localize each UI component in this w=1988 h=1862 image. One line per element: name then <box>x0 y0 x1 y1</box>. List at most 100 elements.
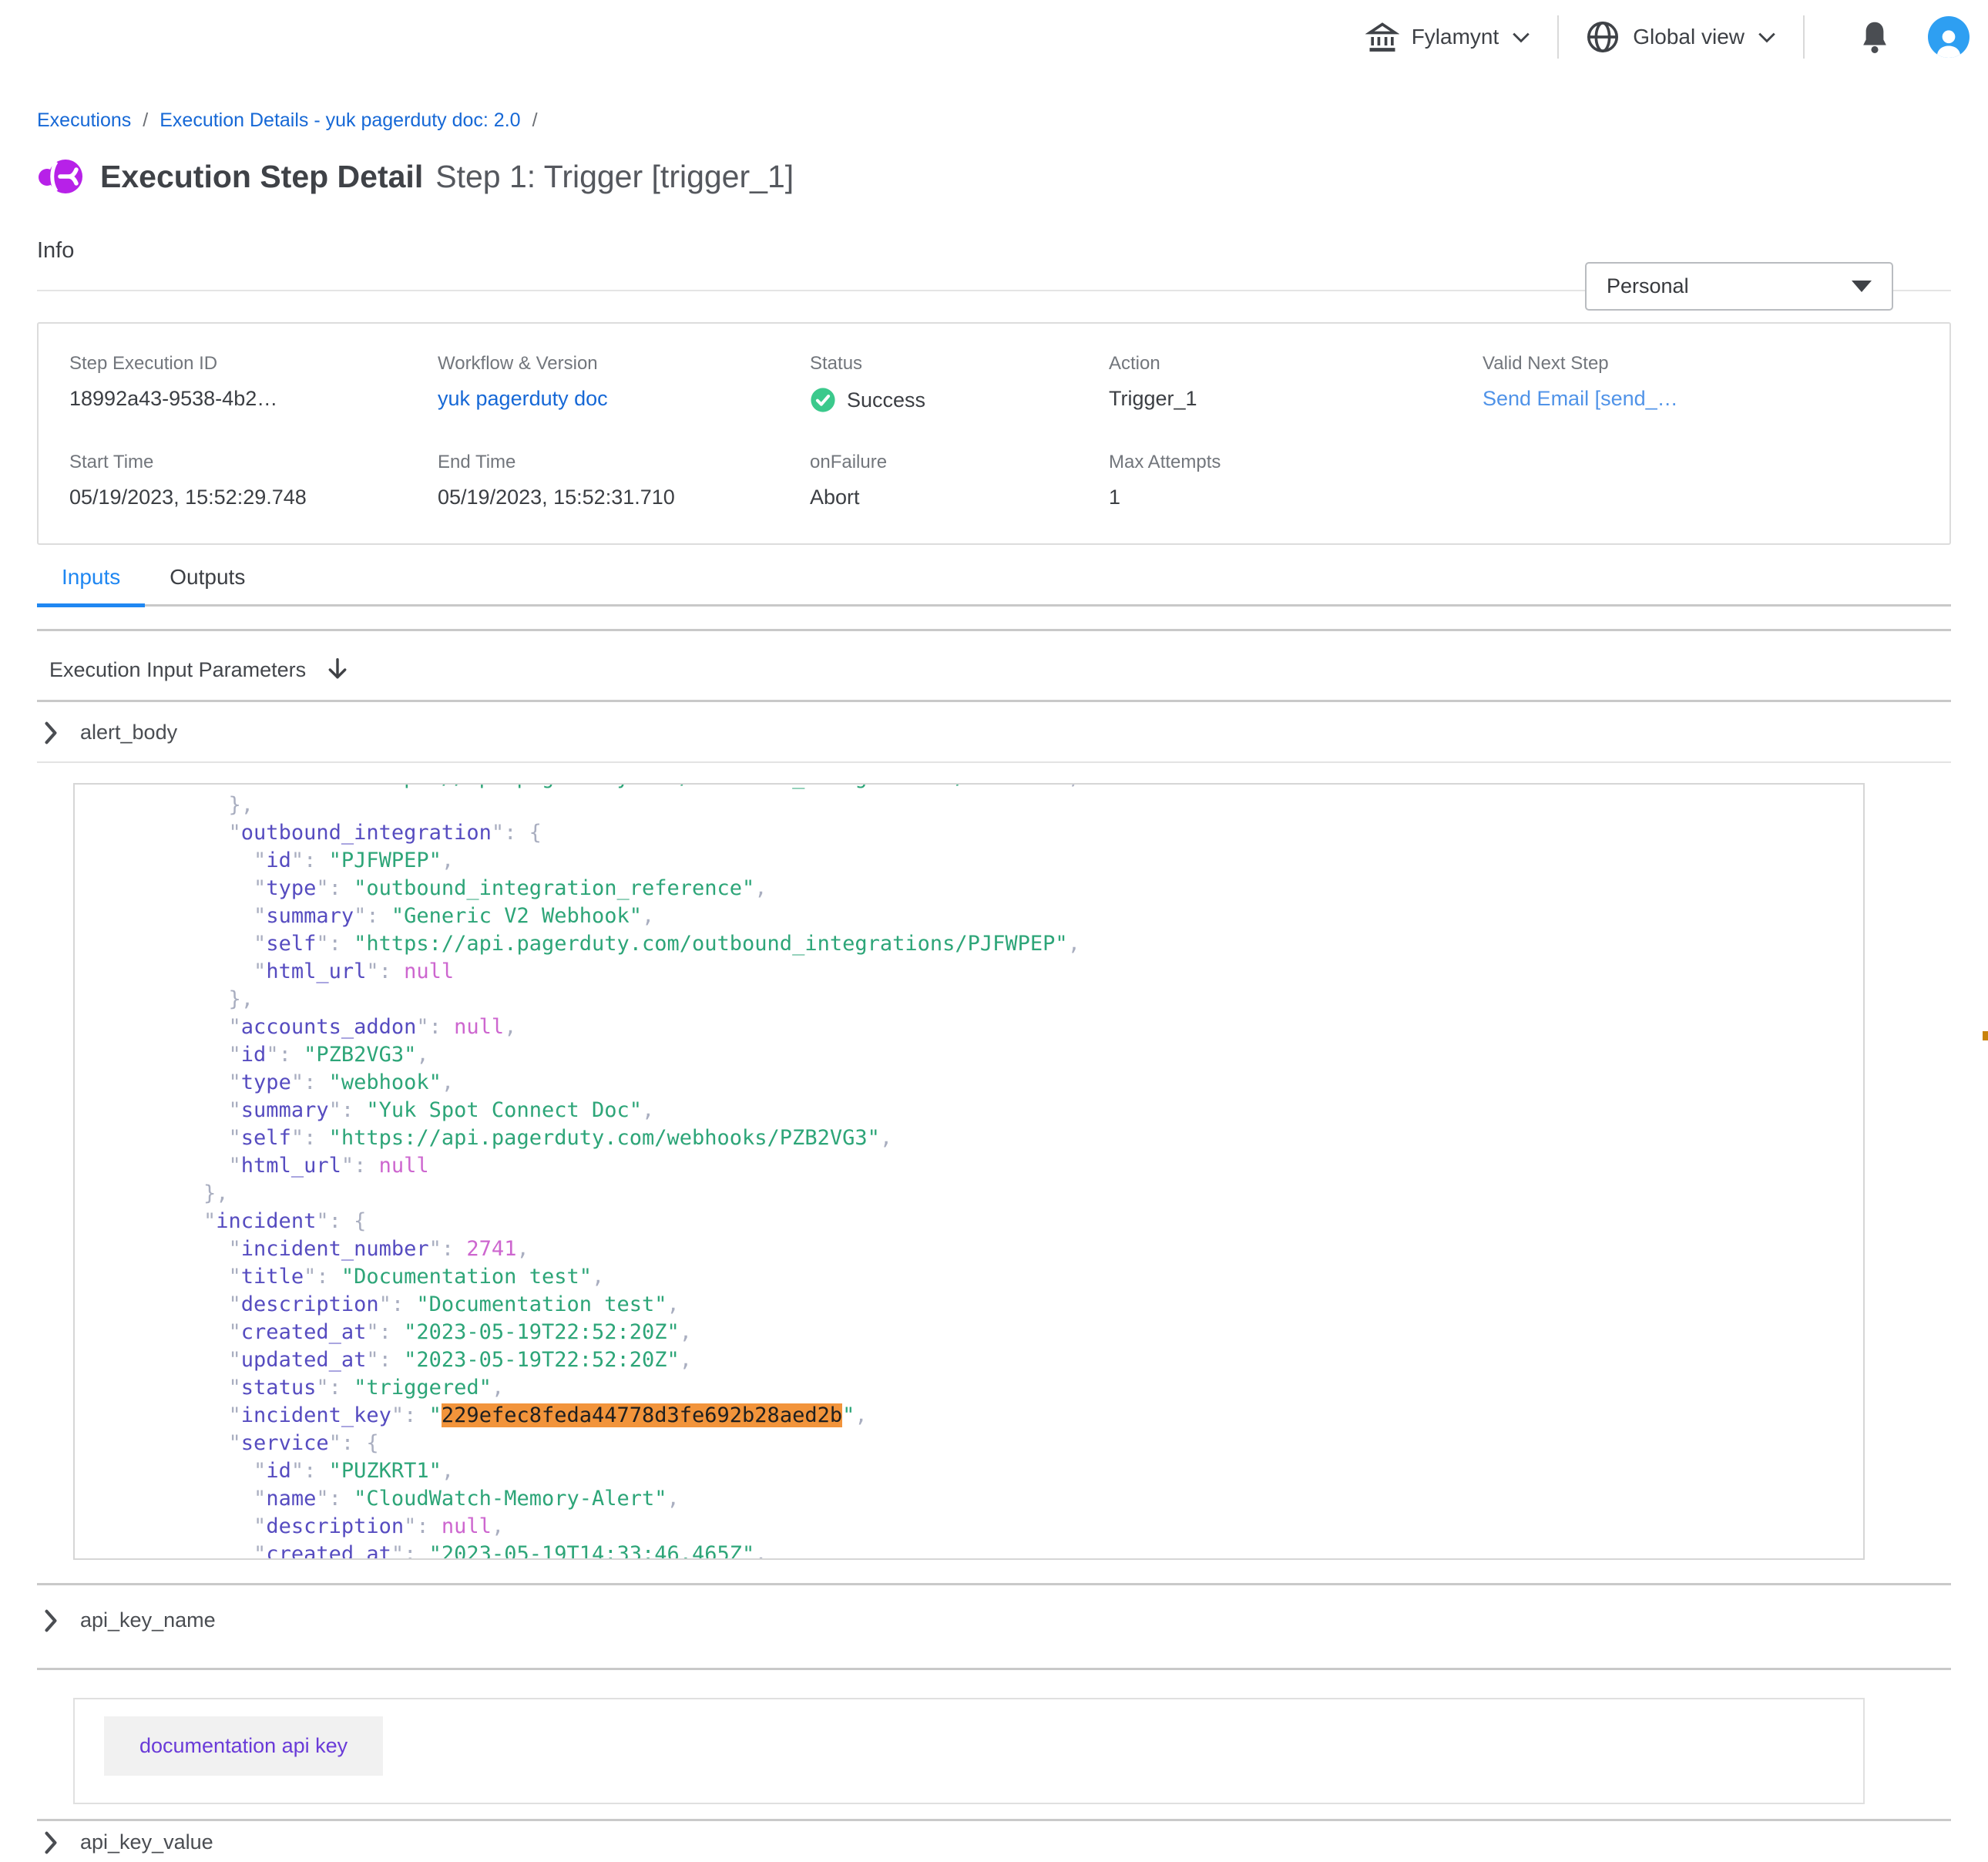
org-switcher[interactable]: Fylamynt <box>1365 20 1532 54</box>
code-line: "id": "PJFWPEP", <box>153 847 1863 875</box>
alert-body-label: alert_body <box>80 721 177 744</box>
chevron-right-icon <box>43 721 59 744</box>
field-label: Action <box>1109 353 1483 375</box>
api-key-name-label: api_key_name <box>80 1608 216 1632</box>
code-line: "title": "Documentation test", <box>153 1263 1863 1291</box>
page: Executions / Execution Details - yuk pag… <box>0 109 1988 1862</box>
status-badge: Success <box>847 388 925 412</box>
field-value: 18992a43-9538-4b2… <box>69 387 438 411</box>
divider <box>37 1668 1951 1670</box>
code-line: "name": "CloudWatch-Memory-Alert", <box>153 1485 1863 1513</box>
chevron-right-icon <box>43 1831 59 1854</box>
field-value: 1 <box>1109 486 1483 509</box>
breadcrumb-separator: / <box>143 109 148 132</box>
bank-icon <box>1365 20 1399 54</box>
field-label: Start Time <box>69 452 438 473</box>
notifications-button[interactable] <box>1859 19 1891 55</box>
workflow-logo-icon <box>37 153 83 200</box>
code-line: "incident_key": "229efec8feda44778d3fe69… <box>153 1402 1863 1430</box>
bell-icon <box>1859 19 1891 55</box>
next-step-link[interactable]: Send Email [send_… <box>1483 387 1678 411</box>
alert-body-json-viewer[interactable]: "self": "https://api.pagerduty.com/outbo… <box>73 783 1865 1560</box>
field-label: Step Execution ID <box>69 353 438 375</box>
field-workflow-version: Workflow & Version yuk pagerduty doc <box>438 353 810 413</box>
field-label: Max Attempts <box>1109 452 1483 473</box>
code-line: "status": "triggered", <box>153 1374 1863 1402</box>
page-subtitle: Step 1: Trigger [trigger_1] <box>435 159 794 195</box>
code-line: "id": "PZB2VG3", <box>153 1041 1863 1069</box>
scope-select[interactable]: Personal <box>1585 262 1893 311</box>
chevron-down-icon <box>1757 30 1777 44</box>
code-line: "created_at": "2023-05-19T22:52:20Z", <box>153 1319 1863 1346</box>
field-status: Status Success <box>810 353 1109 413</box>
breadcrumb: Executions / Execution Details - yuk pag… <box>37 109 1951 132</box>
field-valid-next-step: Valid Next Step Send Email [send_… <box>1483 353 1934 413</box>
topbar-divider <box>1557 15 1559 59</box>
code-line: "description": "Documentation test", <box>153 1291 1863 1319</box>
code-line: "type": "outbound_integration_reference"… <box>153 875 1863 902</box>
info-panel: Step Execution ID 18992a43-9538-4b2… Wor… <box>37 322 1951 545</box>
field-start-time: Start Time 05/19/2023, 15:52:29.748 <box>69 452 438 509</box>
scrollbar-match-marker[interactable] <box>1983 1031 1988 1040</box>
code-line: "html_url": null <box>153 958 1863 986</box>
api-key-value-collapse-row[interactable]: api_key_value <box>37 1821 1951 1862</box>
field-value: 05/19/2023, 15:52:31.710 <box>438 486 810 509</box>
download-arrow-icon[interactable] <box>326 657 349 683</box>
tab-inputs[interactable]: Inputs <box>37 565 145 607</box>
field-label: Status <box>810 353 1109 375</box>
scope-select-value: Personal <box>1607 274 1689 298</box>
code-line: "outbound_integration": { <box>153 819 1863 847</box>
title-row: Execution Step Detail Step 1: Trigger [t… <box>37 153 1951 200</box>
org-label: Fylamynt <box>1412 25 1499 49</box>
code-line: }, <box>153 792 1863 819</box>
tab-outputs[interactable]: Outputs <box>145 565 270 604</box>
top-bar: Fylamynt Global view <box>0 0 1988 74</box>
view-switcher[interactable]: Global view <box>1585 19 1777 55</box>
code-line: "type": "webhook", <box>153 1069 1863 1097</box>
code-line: "html_url": null <box>153 1152 1863 1180</box>
info-section-title: Info <box>37 238 1951 264</box>
execution-input-parameters-label: Execution Input Parameters <box>49 658 306 682</box>
field-value: 05/19/2023, 15:52:29.748 <box>69 486 438 509</box>
topbar-divider <box>1803 15 1805 59</box>
code-line: "summary": "Yuk Spot Connect Doc", <box>153 1097 1863 1124</box>
breadcrumb-execution-details[interactable]: Execution Details - yuk pagerduty doc: 2… <box>160 109 520 132</box>
code-line: "self": "https://api.pagerduty.com/webho… <box>153 1124 1863 1152</box>
field-label: Valid Next Step <box>1483 353 1934 375</box>
divider <box>37 761 1951 763</box>
field-action: Action Trigger_1 <box>1109 353 1483 413</box>
api-key-name-collapse-row[interactable]: api_key_name <box>37 1585 1951 1668</box>
globe-icon <box>1585 19 1620 55</box>
chevron-down-icon <box>1511 30 1531 44</box>
page-title: Execution Step Detail <box>100 159 423 195</box>
field-step-execution-id: Step Execution ID 18992a43-9538-4b2… <box>69 353 438 413</box>
field-label: onFailure <box>810 452 1109 473</box>
code-line: "description": null, <box>153 1513 1863 1541</box>
alert-body-collapse-row[interactable]: alert_body <box>37 702 1951 761</box>
breadcrumb-executions[interactable]: Executions <box>37 109 131 132</box>
code-content: "self": "https://api.pagerduty.com/outbo… <box>153 783 1863 1560</box>
api-key-name-chip[interactable]: documentation api key <box>104 1716 383 1776</box>
execution-input-parameters-header: Execution Input Parameters <box>37 631 1951 700</box>
code-line: "self": "https://api.pagerduty.com/outbo… <box>153 783 1863 792</box>
field-onfailure: onFailure Abort <box>810 452 1109 509</box>
code-line: }, <box>153 986 1863 1013</box>
field-end-time: End Time 05/19/2023, 15:52:31.710 <box>438 452 810 509</box>
workflow-link[interactable]: yuk pagerduty doc <box>438 387 608 411</box>
field-label: End Time <box>438 452 810 473</box>
code-line: "id": "PUZKRT1", <box>153 1457 1863 1485</box>
code-line: }, <box>153 1180 1863 1208</box>
tab-bar: Inputs Outputs <box>37 565 1951 607</box>
avatar[interactable] <box>1928 16 1970 58</box>
code-line: "incident_number": 2741, <box>153 1235 1863 1263</box>
success-check-icon <box>810 387 836 413</box>
code-line: "self": "https://api.pagerduty.com/outbo… <box>153 930 1863 958</box>
field-label: Workflow & Version <box>438 353 810 375</box>
field-value: Trigger_1 <box>1109 387 1483 411</box>
code-line: "updated_at": "2023-05-19T22:52:20Z", <box>153 1346 1863 1374</box>
chevron-right-icon <box>43 1609 59 1632</box>
code-line: "summary": "Generic V2 Webhook", <box>153 902 1863 930</box>
view-label: Global view <box>1633 25 1745 49</box>
code-line: "service": { <box>153 1430 1863 1457</box>
field-value: Abort <box>810 486 1109 509</box>
